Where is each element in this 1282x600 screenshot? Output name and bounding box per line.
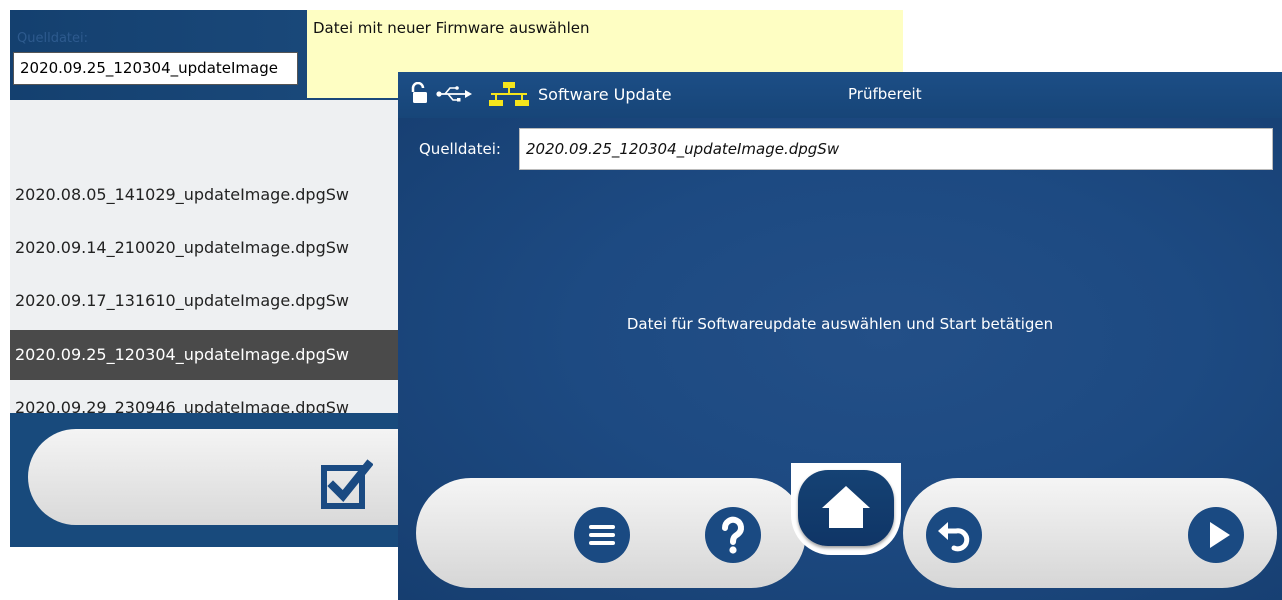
menu-icon [589, 525, 615, 545]
help-icon [722, 516, 744, 554]
usb-icon [436, 86, 472, 102]
source-file-input[interactable]: 2020.09.25_120304_updateImage [13, 52, 298, 85]
source-file-label: Quelldatei: [17, 31, 88, 46]
home-button[interactable] [798, 470, 894, 546]
software-update-window: Software Update Prüfbereit Quelldatei: 2… [398, 72, 1282, 600]
home-icon [822, 486, 870, 528]
instruction-message: Datei für Softwareupdate auswählen und S… [626, 315, 1054, 333]
source-file-label: Quelldatei: [419, 140, 501, 158]
status-text: Prüfbereit [848, 85, 922, 103]
window-header: Software Update Prüfbereit [398, 72, 1282, 118]
network-icon [489, 82, 529, 106]
back-button[interactable] [926, 507, 982, 563]
bottom-toolbar [398, 463, 1282, 600]
menu-button[interactable] [574, 507, 630, 563]
unlock-icon [411, 82, 427, 103]
play-icon [1210, 522, 1230, 548]
undo-icon [938, 522, 970, 552]
help-button[interactable] [705, 507, 761, 563]
source-file-input[interactable]: 2020.09.25_120304_updateImage.dpgSw [519, 128, 1273, 170]
checkbox-checked-icon[interactable] [321, 459, 373, 511]
start-button[interactable] [1188, 507, 1244, 563]
window-title: Software Update [538, 85, 672, 104]
